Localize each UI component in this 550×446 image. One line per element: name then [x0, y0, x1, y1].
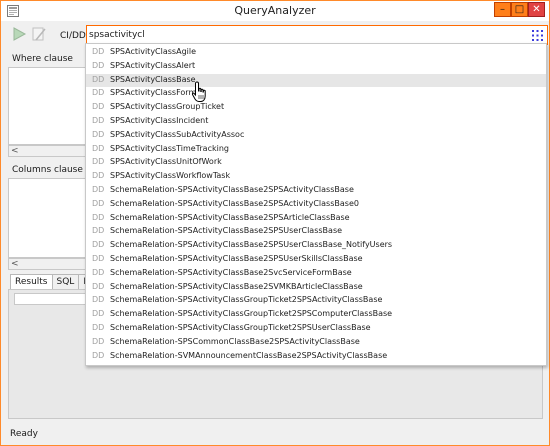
item-type-tag: DD	[92, 171, 105, 181]
item-type-tag: DD	[92, 74, 105, 84]
item-type-tag: DD	[92, 267, 105, 277]
dropdown-item[interactable]: DD SchemaRelation-SPSActivityClassBase2SP…	[86, 225, 546, 238]
dropdown-item[interactable]: DD SPSActivityClassIncident	[86, 115, 546, 128]
item-label: SchemaRelation-SPSActivityClassBase2SPSA…	[110, 185, 354, 194]
item-label: SchemaRelation-SPSActivityClassBase2SPSA…	[110, 198, 359, 208]
close-button[interactable]: ✕	[528, 2, 545, 17]
item-type-tag: DD	[92, 157, 105, 167]
item-label: SPSActivityClassBase	[110, 74, 196, 84]
window-title: QueryAnalyzer	[234, 4, 316, 17]
hand-pointer-icon	[191, 81, 206, 102]
search-input[interactable]	[89, 28, 519, 42]
tab-results[interactable]: Results	[10, 274, 53, 290]
item-label: SchemaRelation-SPSActivityClassBase2SPSU…	[110, 240, 393, 250]
dropdown-item[interactable]: DD SchemaRelation-SVMAnnouncementClassBas…	[86, 350, 546, 363]
item-type-tag: DD	[92, 143, 105, 153]
dropdown-item[interactable]: DD SPSActivityClassTimeTracking	[86, 143, 546, 156]
item-type-tag: DD	[92, 88, 105, 98]
item-type-tag: DD	[92, 198, 105, 208]
item-label: SchemaRelation-SPSActivityClassGroupTick…	[110, 309, 393, 319]
item-label: SchemaRelation-SPSCommonClassBase2SPSAct…	[110, 336, 360, 346]
ci-dd-label: CI/DD	[60, 31, 86, 41]
item-label: SPSActivityClassForm	[110, 88, 197, 98]
dropdown-item[interactable]: DD SPSActivityClassWorkflowTask	[86, 170, 546, 183]
window-controls: – □ ✕	[494, 2, 545, 17]
item-type-tag: DD	[92, 212, 105, 222]
item-label: SchemaRelation-SPSActivityClassBase2SPSU…	[110, 226, 343, 236]
item-label: SPSActivityClassAgile	[110, 47, 197, 56]
item-type-tag: DD	[92, 60, 105, 70]
search-box[interactable]	[86, 25, 548, 45]
item-label: SPSActivityClassUnitOfWork	[110, 157, 222, 167]
dropdown-item[interactable]: DD SPSActivityClassForm	[86, 87, 546, 100]
dropdown-item[interactable]: DD SPSActivityClassAlert	[86, 60, 546, 73]
dropdown-item[interactable]: DD SchemaRelation-SPSActivityClassGroupTi…	[86, 308, 546, 321]
item-type-tag: DD	[92, 309, 105, 319]
app-window: QueryAnalyzer – □ ✕ CI/DD spsactivitycl …	[0, 0, 550, 446]
where-clause-editor[interactable]	[8, 67, 90, 145]
dropdown-item[interactable]: DD SchemaRelation-SPSActivityClassBase2SV…	[86, 281, 546, 294]
dropdown-item[interactable]: DD SchemaRelation-SPSActivityClassBase2Sv…	[86, 267, 546, 280]
dropdown-item[interactable]: DD SchemaRelation-SPSActivityClassBase2SP…	[86, 198, 546, 211]
where-clause-hscrollbar[interactable]: <	[8, 145, 90, 157]
item-type-tag: DD	[92, 323, 105, 332]
item-type-tag: DD	[92, 226, 105, 236]
columns-clause-editor[interactable]	[8, 178, 90, 258]
dropdown-item[interactable]: DD SPSActivityClassBase	[86, 73, 546, 87]
clear-icon[interactable]	[31, 26, 47, 42]
item-type-tag: DD	[92, 240, 105, 250]
dropdown-item[interactable]: DD SchemaRelation-SPSActivityClassGroupTi…	[86, 322, 546, 335]
dropdown-item[interactable]: DD SchemaRelation-SPSActivityClassBase2SP…	[86, 212, 546, 225]
item-type-tag: DD	[92, 295, 105, 305]
item-label: SchemaRelation-SPSActivityClassBase2SvcS…	[110, 267, 352, 277]
scroll-left-arrow[interactable]: <	[11, 146, 19, 156]
item-label: SchemaRelation-SPSActivityClassBase2SPSU…	[110, 254, 363, 263]
where-clause-label: Where clause	[12, 54, 73, 64]
item-type-tag: DD	[92, 129, 105, 139]
status-text: Ready	[10, 429, 38, 439]
title-bar: QueryAnalyzer – □ ✕	[1, 1, 549, 21]
maximize-button[interactable]: □	[511, 2, 528, 17]
columns-clause-hscrollbar[interactable]: <	[8, 258, 90, 270]
item-type-tag: DD	[92, 47, 105, 56]
item-label: SchemaRelation-SPSActivityClassGroupTick…	[110, 323, 371, 332]
item-type-tag: DD	[92, 102, 105, 112]
item-label: SPSActivityClassIncident	[110, 116, 209, 125]
minimize-button[interactable]: –	[494, 2, 511, 17]
tab-sql[interactable]: SQL	[51, 274, 80, 289]
item-type-tag: DD	[92, 185, 105, 194]
dropdown-item[interactable]: DD SPSActivityClassSubActivityAssoc	[86, 129, 546, 142]
results-header-cell	[14, 293, 90, 305]
dropdown-item[interactable]: DD SchemaRelation-SPSActivityClassBase2SP…	[86, 239, 546, 252]
item-label: SPSActivityClassTimeTracking	[110, 143, 229, 153]
dropdown-item[interactable]: DD SPSActivityClassGroupTicket	[86, 101, 546, 114]
item-type-tag: DD	[92, 281, 105, 291]
scroll-left-arrow[interactable]: <	[11, 259, 19, 269]
dropdown-item[interactable]: DD SPSActivityClassAgile	[86, 46, 546, 59]
columns-clause-label: Columns clause	[12, 165, 83, 175]
grid-dots-icon[interactable]	[532, 30, 543, 41]
item-label: SchemaRelation-SPSActivityClassBase2SPSA…	[110, 212, 350, 222]
item-label: SPSActivityClassWorkflowTask	[110, 171, 231, 181]
dropdown-item[interactable]: DD SchemaRelation-SPSActivityClassGroupTi…	[86, 294, 546, 307]
item-label: SPSActivityClassSubActivityAssoc	[110, 129, 245, 139]
dropdown-item[interactable]: DD SchemaRelation-SPSActivityClassBase2SP…	[86, 184, 546, 197]
item-label: SchemaRelation-SPSActivityClassGroupTick…	[110, 295, 383, 305]
item-label: SPSActivityClassGroupTicket	[110, 102, 225, 112]
item-label: SchemaRelation-SPSActivityClassBase2SVMK…	[110, 281, 363, 291]
item-type-tag: DD	[92, 350, 105, 360]
autocomplete-dropdown: DD SPSActivityClassAgile DD SPSActivityClas…	[85, 43, 547, 366]
item-type-tag: DD	[92, 336, 105, 346]
item-label: SchemaRelation-SVMAnnouncementClassBase2…	[110, 350, 388, 360]
dropdown-item[interactable]: DD SPSActivityClassUnitOfWork	[86, 156, 546, 169]
dropdown-item[interactable]: DD SchemaRelation-SPSCommonClassBase2SPSA…	[86, 336, 546, 349]
item-type-tag: DD	[92, 254, 105, 263]
item-type-tag: DD	[92, 116, 105, 125]
item-label: SPSActivityClassAlert	[110, 60, 196, 70]
play-icon[interactable]	[11, 26, 27, 42]
dropdown-item[interactable]: DD SchemaRelation-SPSActivityClassBase2SP…	[86, 253, 546, 266]
